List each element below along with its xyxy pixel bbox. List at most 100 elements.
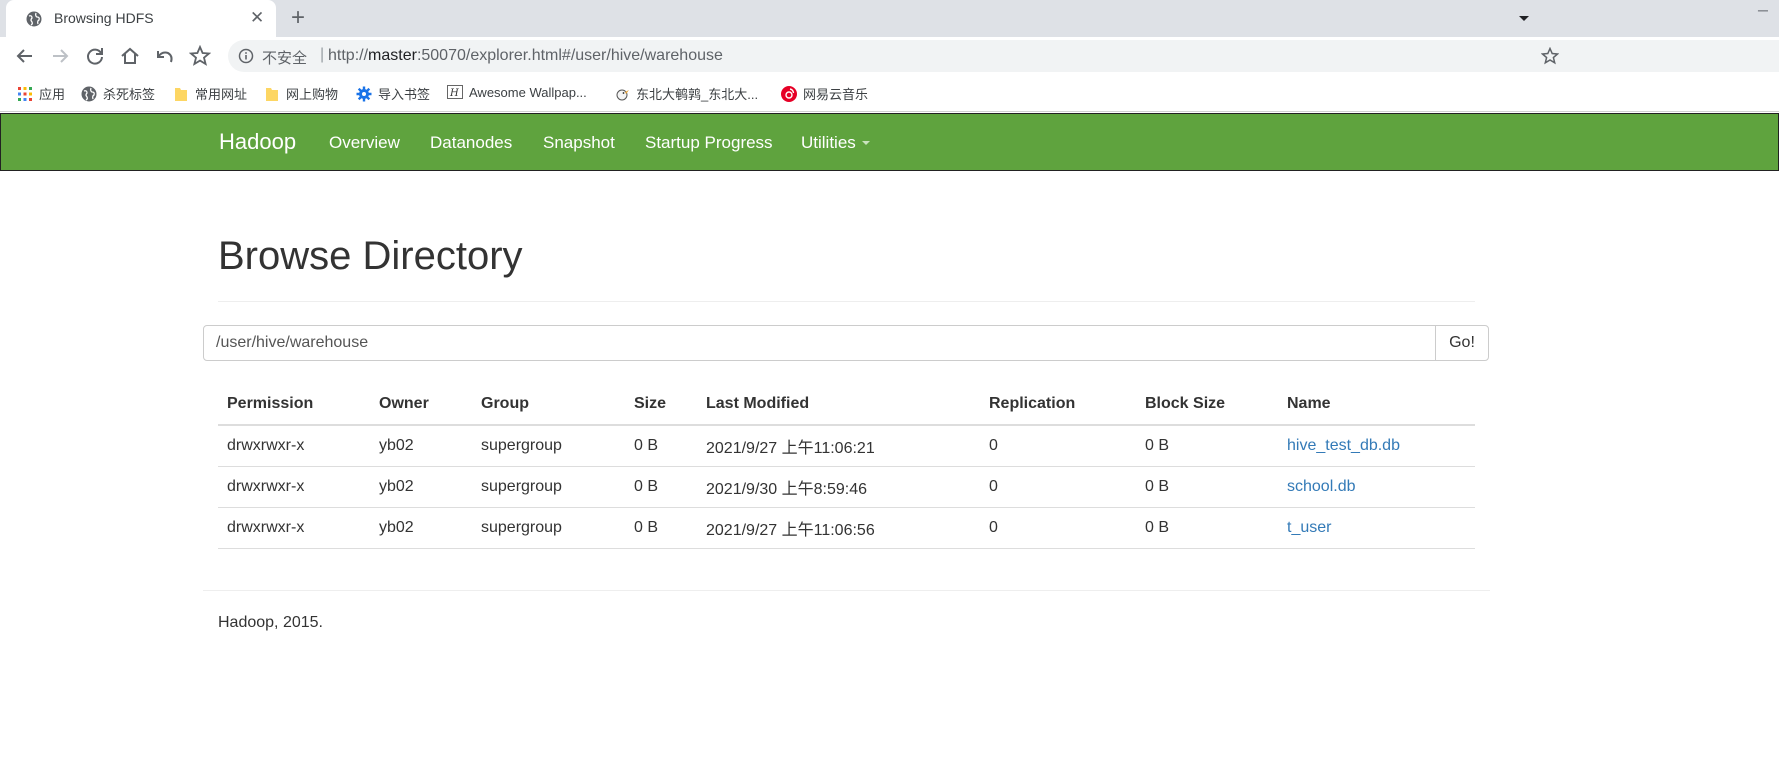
directory-listing-table: Permission Owner Group Size Last Modifie… [218,384,1475,549]
url-scheme: http:// [328,47,369,64]
bookmark-netease-music[interactable]: 网易云音乐 [781,84,868,102]
folder-icon [266,88,278,101]
bird-icon [616,89,629,101]
cell-permission: drwxrwxr-x [218,507,370,549]
column-header-group[interactable]: Group [472,384,625,426]
bookmark-northeast-quail[interactable]: 东北大鹌鹑_东北大... [614,84,758,102]
svg-text:H: H [449,88,459,99]
folder-icon [175,88,187,101]
bookmark-kill-tabs[interactable]: 杀死标签 [81,84,155,102]
bookmark-label: 东北大鹌鹑_东北大... [636,87,759,102]
cell-group: supergroup [472,466,625,508]
bookmark-apps[interactable]: 应用 [17,84,65,102]
undo-icon[interactable] [154,45,176,67]
table-row: drwxrwxr-x yb02 supergroup 0 B 2021/9/27… [218,507,1475,549]
column-header-last-modified[interactable]: Last Modified [697,384,980,426]
column-header-replication[interactable]: Replication [980,384,1136,426]
bookmark-label: 杀死标签 [103,87,156,102]
cell-name: hive_test_db.db [1278,425,1475,467]
bookmark-page-star-icon[interactable] [1541,47,1559,65]
new-tab-button[interactable]: + [284,4,312,32]
directory-link[interactable]: hive_test_db.db [1287,437,1400,454]
bookmarks-bar: 应用 杀死标签 常用网址 网上购物 导入书签 H Awesome Wallpap… [0,75,1779,112]
cell-block-size: 0 B [1136,507,1278,549]
bookmark-import[interactable]: 导入书签 [356,84,430,102]
directory-path-input[interactable] [203,325,1436,361]
footer-divider [203,590,1490,591]
cell-size: 0 B [625,507,697,549]
gear-icon [356,86,372,102]
bookmark-label: 导入书签 [378,87,431,102]
column-header-size[interactable]: Size [625,384,697,426]
close-tab-icon[interactable]: ✕ [250,8,264,28]
cell-permission: drwxrwxr-x [218,425,370,467]
column-header-permission[interactable]: Permission [218,384,370,426]
wallpaper-icon: H [447,85,463,99]
go-button[interactable]: Go! [1435,325,1489,361]
nav-startup-progress[interactable]: Startup Progress [645,133,773,153]
column-header-name[interactable]: Name [1278,384,1475,426]
bookmark-label: 应用 [39,87,66,102]
cell-replication: 0 [980,425,1136,467]
browser-toolbar: 不安全 | http://master:50070/explorer.html#… [0,37,1779,75]
url-path: :50070/explorer.html#/user/hive/warehous… [416,47,723,64]
info-icon[interactable] [238,48,254,64]
directory-link[interactable]: school.db [1287,478,1356,495]
page-title: Browse Directory [218,234,523,278]
forward-icon[interactable] [49,45,71,67]
bookmark-label: 网上购物 [286,87,339,102]
directory-link[interactable]: t_user [1287,519,1331,536]
nav-utilities-dropdown[interactable]: Utilities [801,133,870,153]
column-header-owner[interactable]: Owner [370,384,472,426]
caret-down-icon [861,141,870,145]
netease-music-icon [781,86,797,102]
bookmark-label: 常用网址 [195,87,248,102]
nav-snapshot[interactable]: Snapshot [543,133,615,153]
cell-block-size: 0 B [1136,466,1278,508]
url-host: master [368,47,417,64]
cell-owner: yb02 [370,466,472,508]
bookmark-folder-common-sites[interactable]: 常用网址 [173,84,247,102]
globe-icon [81,86,97,102]
nav-utilities-label: Utilities [801,133,856,152]
globe-icon [26,11,42,27]
tab-title: Browsing HDFS [54,10,154,26]
cell-permission: drwxrwxr-x [218,466,370,508]
url-text[interactable]: http://master:50070/explorer.html#/user/… [328,47,723,65]
home-icon[interactable] [119,45,141,67]
cell-group: supergroup [472,507,625,549]
back-icon[interactable] [14,45,36,67]
cell-replication: 0 [980,507,1136,549]
cell-name: t_user [1278,507,1475,549]
address-separator: | [320,46,325,63]
bookmark-star-icon[interactable] [189,45,211,67]
cell-last-modified: 2021/9/27 上午11:06:21 [697,425,980,467]
cell-replication: 0 [980,466,1136,508]
nav-overview[interactable]: Overview [329,133,400,153]
bookmark-folder-shopping[interactable]: 网上购物 [264,84,338,102]
security-label[interactable]: 不安全 [262,47,307,68]
nav-datanodes[interactable]: Datanodes [430,133,512,153]
bookmark-label: Awesome Wallpap... [469,85,587,100]
reload-icon[interactable] [84,45,106,67]
window-minimize-icon[interactable]: ─ [1758,2,1768,18]
bookmark-awesome-wallpapers[interactable]: H Awesome Wallpap... [447,84,587,102]
footer-text: Hadoop, 2015. [218,614,323,631]
cell-owner: yb02 [370,425,472,467]
address-bar[interactable]: 不安全 | http://master:50070/explorer.html#… [228,40,1779,72]
apps-grid-icon [18,87,32,101]
tab-search-dropdown-icon[interactable] [1516,10,1532,26]
cell-size: 0 B [625,425,697,467]
table-header-row: Permission Owner Group Size Last Modifie… [218,384,1475,426]
cell-group: supergroup [472,425,625,467]
navbar-brand[interactable]: Hadoop [219,129,296,155]
table-row: drwxrwxr-x yb02 supergroup 0 B 2021/9/30… [218,466,1475,508]
column-header-block-size[interactable]: Block Size [1136,384,1278,426]
tab-strip: Browsing HDFS ✕ + ─ [0,0,1779,37]
cell-last-modified: 2021/9/30 上午8:59:46 [697,466,980,508]
cell-name: school.db [1278,466,1475,508]
hadoop-navbar: Hadoop Overview Datanodes Snapshot Start… [0,113,1779,171]
title-divider [218,301,1475,302]
table-row: drwxrwxr-x yb02 supergroup 0 B 2021/9/27… [218,425,1475,467]
browser-tab[interactable]: Browsing HDFS ✕ [6,0,276,37]
